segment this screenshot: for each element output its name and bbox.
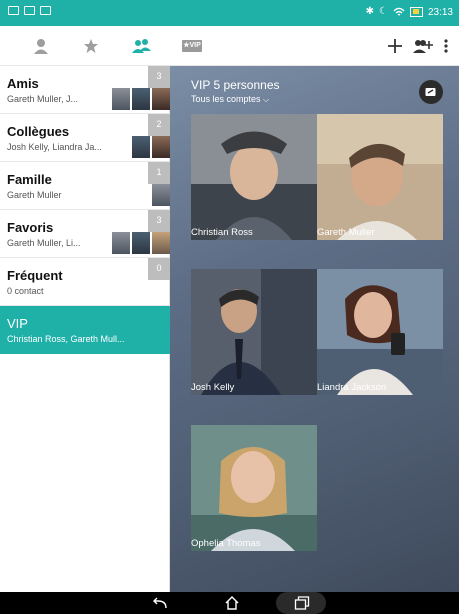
account-filter-label: Tous les comptes [191,94,261,104]
group-detail-panel: VIP 5 personnes Tous les comptes ⌵ Chris… [170,66,459,592]
message-icon [24,6,35,15]
group-thumbnails [110,88,170,110]
navigation-bar [0,592,459,614]
group-item-vip[interactable]: VIP Christian Ross, Gareth Mull... [0,306,170,354]
group-name: Collègues [7,124,70,139]
avatar [152,136,170,158]
contact-card[interactable]: Ophelia Thomas [191,425,317,551]
group-title: VIP 5 personnes [191,78,280,92]
avatar [132,88,150,110]
contact-photo [191,269,317,395]
bluetooth-icon: ✱ [365,6,374,17]
group-count-badge: 1 [148,162,170,184]
contact-card[interactable]: Josh Kelly [191,269,317,395]
recent-apps-button[interactable] [292,594,312,612]
edit-group-icon [425,88,436,96]
avatar [152,88,170,110]
group-edit-button[interactable] [419,80,443,104]
avatar [132,232,150,254]
group-item-favoris[interactable]: Favoris Gareth Muller, Li... 3 [0,210,170,258]
contact-photo [191,114,317,240]
tab-contacts[interactable] [28,34,54,58]
tab-groups[interactable] [129,34,155,58]
group-members: Gareth Muller, Li... [7,238,81,248]
contact-name: Liandra Jackson [317,382,387,393]
contact-card[interactable]: Liandra Jackson [317,269,443,395]
more-icon [444,39,448,53]
group-count-badge: 3 [148,66,170,88]
avatar [112,232,130,254]
status-time: 23:13 [427,6,453,18]
more-options-button[interactable] [438,34,454,58]
group-name: Amis [7,76,39,91]
contact-card[interactable]: Christian Ross [191,114,317,240]
group-name: VIP [7,316,28,331]
add-group-button[interactable] [410,34,436,58]
group-item-collegues[interactable]: Collègues Josh Kelly, Liandra Ja... 2 [0,114,170,162]
star-icon [84,39,98,53]
home-icon [225,596,239,610]
group-thumbnails [130,136,170,158]
gallery-icon [40,6,51,15]
group-item-amis[interactable]: Amis Gareth Muller, J... 3 [0,66,170,114]
add-group-icon [413,40,433,53]
group-members: 0 contact [7,286,44,296]
contact-photo [317,114,443,240]
add-contact-button[interactable] [382,34,408,58]
group-count-badge: 3 [148,210,170,232]
vip-tab[interactable]: ★VIP [182,40,202,52]
chevron-down-icon: ⌵ [263,95,270,104]
group-item-famille[interactable]: Famille Gareth Muller 1 [0,162,170,210]
add-icon [388,39,402,53]
contact-name: Gareth Muller [317,227,375,238]
back-icon [153,597,167,609]
toolbar: ★VIP [0,26,459,66]
group-thumbnails [150,184,170,206]
groups-list: Amis Gareth Muller, J... 3 Collègues Jos… [0,66,170,592]
group-members: Gareth Muller [7,190,62,200]
contact-photo [317,269,443,395]
group-members: Josh Kelly, Liandra Ja... [7,142,102,152]
moon-icon: ☾ [379,6,388,17]
group-name: Favoris [7,220,54,235]
person-icon [34,39,48,54]
contact-name: Josh Kelly [191,382,235,393]
group-name: Fréquent [7,268,63,283]
contact-card[interactable]: Gareth Muller [317,114,443,240]
contact-photo [191,425,317,551]
contact-name: Christian Ross [191,227,253,238]
status-bar: ✱ ☾ 23:13 [0,0,459,26]
contact-name: Ophelia Thomas [191,538,261,549]
account-filter[interactable]: Tous les comptes ⌵ [191,94,269,105]
wifi-icon [393,7,405,16]
battery-icon [409,7,423,17]
avatar [152,184,170,206]
group-item-frequent[interactable]: Fréquent 0 contact 0 [0,258,170,306]
group-members: Gareth Muller, J... [7,94,79,104]
back-button[interactable] [150,594,170,612]
group-count-badge: 2 [148,114,170,136]
avatar [112,88,130,110]
recent-apps-icon [294,596,310,610]
group-icon [132,39,151,53]
home-button[interactable] [222,594,242,612]
group-name: Famille [7,172,52,187]
group-members: Christian Ross, Gareth Mull... [7,334,125,344]
group-count-badge: 0 [148,258,170,280]
notification-icon [8,6,19,15]
avatar [132,136,150,158]
avatar [152,232,170,254]
tab-favorites[interactable] [78,34,104,58]
group-thumbnails [110,232,170,254]
